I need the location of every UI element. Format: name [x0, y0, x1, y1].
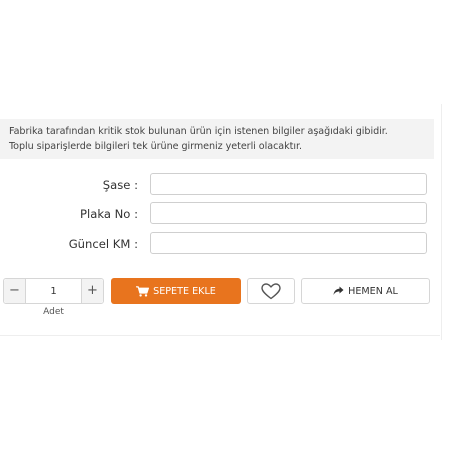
add-to-favorites-button[interactable] — [247, 278, 295, 304]
quantity-increase-button[interactable]: + — [81, 279, 103, 303]
plate-input[interactable] — [150, 202, 427, 224]
add-to-cart-button[interactable]: SEPETE EKLE — [111, 278, 241, 304]
quantity-caption: Adet — [43, 307, 64, 317]
stock-info-notice: Fabrika tarafından kritik stok bulunan ü… — [0, 119, 434, 159]
share-arrow-icon — [333, 286, 344, 295]
shopping-cart-icon — [136, 285, 150, 297]
chassis-input[interactable] — [150, 173, 427, 195]
form-row-plate: Plaka No : — [0, 202, 450, 226]
mileage-input[interactable] — [150, 232, 427, 254]
chassis-label: Şase : — [102, 178, 138, 192]
buy-now-label: HEMEN AL — [348, 285, 398, 297]
panel-right-border — [441, 104, 442, 340]
form-row-chassis: Şase : — [0, 173, 450, 197]
product-options-panel: Fabrika tarafından kritik stok bulunan ü… — [0, 0, 450, 450]
section-divider — [0, 335, 440, 336]
buy-now-button[interactable]: HEMEN AL — [301, 278, 430, 304]
quantity-stepper: − + — [3, 278, 104, 304]
quantity-input[interactable] — [27, 279, 80, 303]
stock-info-line-2: Toplu siparişlerde bilgileri tek ürüne g… — [9, 141, 302, 152]
heart-icon — [261, 282, 281, 299]
add-to-cart-label: SEPETE EKLE — [153, 285, 216, 297]
plate-label: Plaka No : — [80, 207, 138, 221]
form-row-mileage: Güncel KM : — [0, 232, 450, 256]
quantity-decrease-button[interactable]: − — [4, 279, 26, 303]
mileage-label: Güncel KM : — [68, 237, 138, 251]
stock-info-line-1: Fabrika tarafından kritik stok bulunan ü… — [9, 126, 388, 137]
